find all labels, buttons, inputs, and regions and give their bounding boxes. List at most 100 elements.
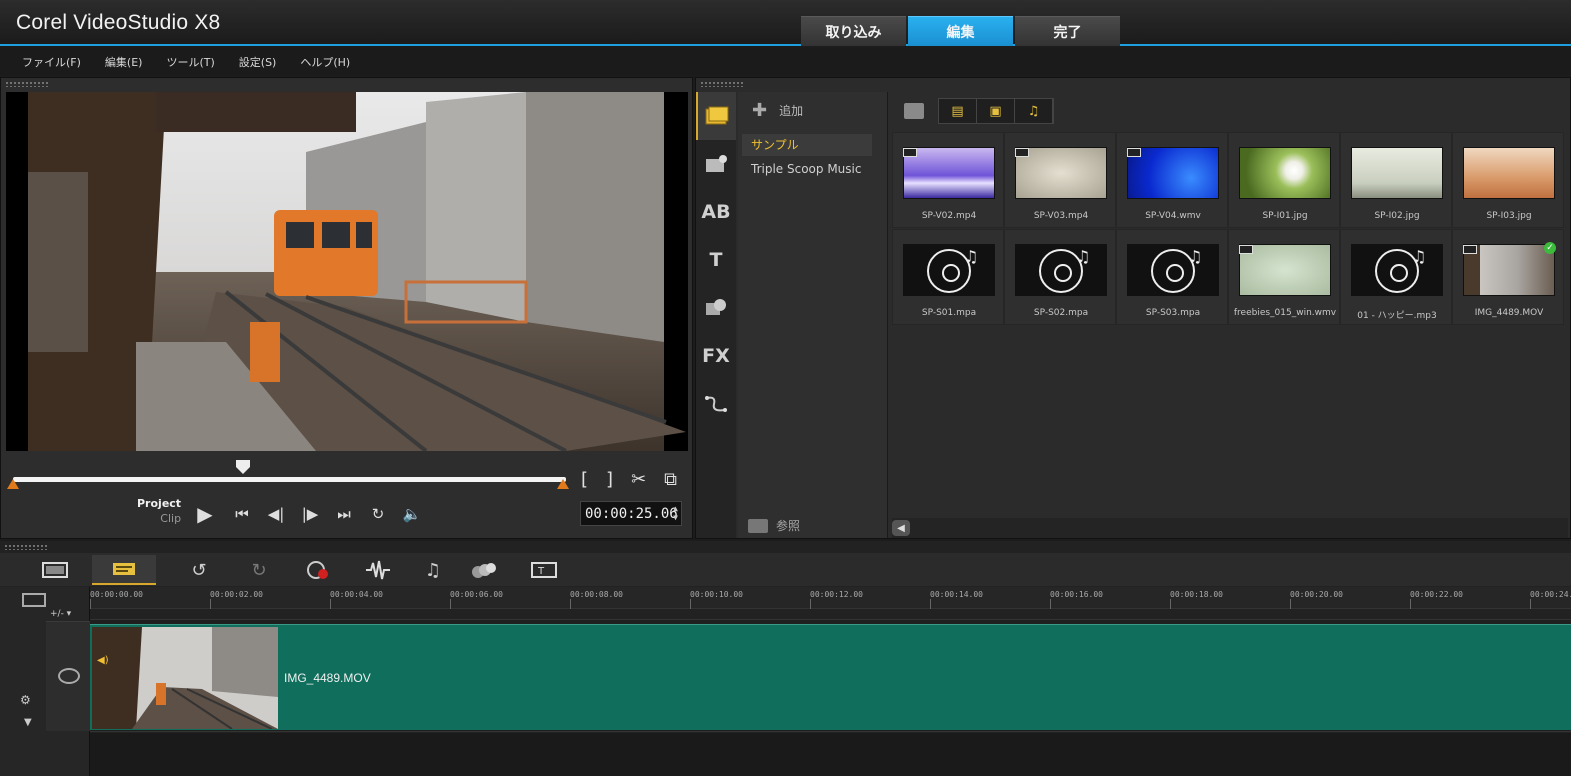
title-icon[interactable]: T <box>696 236 736 284</box>
ruler-tick-label: 00:00:04.00 <box>330 590 383 599</box>
media-item[interactable]: ✓ IMG_4489.MOV <box>1452 229 1564 325</box>
media-name: SP-I03.jpg <box>1486 211 1532 221</box>
show-videos-icon[interactable]: ▤ <box>939 99 977 123</box>
mode-clip[interactable]: Clip <box>137 511 181 526</box>
zoom-control[interactable]: +/- ▾ <box>50 609 71 619</box>
media-item[interactable]: ♫ SP-S01.mpa <box>892 229 1004 325</box>
split-clip-icon[interactable]: ✂ <box>631 469 646 490</box>
media-item[interactable]: SP-V04.wmv <box>1116 132 1228 228</box>
end-icon[interactable]: ⏭ <box>333 503 355 525</box>
show-photos-icon[interactable]: ▣ <box>977 99 1015 123</box>
media-thumbnail: ♫ <box>1351 244 1443 296</box>
transition-icon[interactable]: AB <box>696 188 736 236</box>
menu-help[interactable]: ヘルプ(H) <box>300 54 350 70</box>
media-item[interactable]: ♫ 01 - ハッピー.mp3 <box>1340 229 1452 325</box>
browse-button[interactable]: 参照 <box>748 517 800 534</box>
transport-controls: ▶ ⏮ ◀| |▶ ⏭ ↻ 🔈 <box>191 500 423 528</box>
instant-project-icon[interactable] <box>696 140 736 188</box>
media-item[interactable]: SP-V03.mp4 <box>1004 132 1116 228</box>
video-track-header <box>46 621 90 731</box>
subtitle-editor-icon[interactable]: T <box>528 555 560 585</box>
menu-tools[interactable]: ツール(T) <box>166 54 214 70</box>
record-capture-icon[interactable] <box>303 555 333 585</box>
media-item[interactable]: SP-I01.jpg <box>1228 132 1340 228</box>
scrubber-handle[interactable] <box>236 460 250 474</box>
repeat-icon[interactable]: ↻ <box>367 503 389 525</box>
next-frame-icon[interactable]: |▶ <box>299 503 321 525</box>
step-tabs: 取り込み 編集 完了 <box>801 16 1120 46</box>
project-clip-toggle[interactable]: Project Clip <box>137 496 181 526</box>
track-visibility-icon[interactable]: ⚙ <box>20 693 31 707</box>
video-track-icon[interactable] <box>58 668 80 684</box>
timeline-clip[interactable]: ◀) IMG_4489.MOV <box>90 624 1571 730</box>
media-thumbnail <box>1239 147 1331 199</box>
timecode-field[interactable]: 00:00:25.06 ▲ ▼ <box>580 501 682 526</box>
ruler-tick <box>1290 599 1291 609</box>
timeline-ruler[interactable]: 00:00:00.00 00:00:02.00 00:00:04.00 00:00:0… <box>90 587 1571 609</box>
media-name: SP-V03.mp4 <box>1033 211 1089 221</box>
menu-file[interactable]: ファイル(F) <box>22 54 81 70</box>
media-item[interactable]: SP-V02.mp4 <box>892 132 1004 228</box>
mark-in-button[interactable]: [ <box>581 469 588 490</box>
enlarge-preview-icon[interactable]: ⧉ <box>664 469 677 490</box>
media-item[interactable]: ♫ SP-S03.mpa <box>1116 229 1228 325</box>
media-item[interactable]: freebies_015_win.wmv <box>1228 229 1340 325</box>
collapse-tracks-icon[interactable]: ▼ <box>24 717 32 728</box>
media-item[interactable]: SP-I02.jpg <box>1340 132 1452 228</box>
ruler-tick <box>690 599 691 609</box>
show-audio-icon[interactable]: ♫ <box>1015 99 1053 123</box>
mark-out-handle[interactable] <box>557 479 569 489</box>
overlay-track[interactable] <box>90 733 1571 776</box>
tab-capture[interactable]: 取り込み <box>801 16 906 46</box>
storyboard-view-icon[interactable] <box>26 555 84 585</box>
media-name: SP-S03.mpa <box>1145 308 1201 318</box>
media-name: freebies_015_win.wmv <box>1233 308 1337 318</box>
menu-settings[interactable]: 設定(S) <box>239 54 277 70</box>
scroll-left-icon[interactable]: ◀ <box>892 520 910 536</box>
volume-icon[interactable]: 🔈 <box>401 503 423 525</box>
ruler-tick-label: 00:00:14.00 <box>930 590 983 599</box>
menu-edit[interactable]: 編集(E) <box>105 54 143 70</box>
path-icon[interactable] <box>696 380 736 428</box>
media-name: SP-S02.mpa <box>1033 308 1089 318</box>
timeline-view-icon[interactable] <box>92 555 156 585</box>
home-icon[interactable]: ⏮ <box>231 503 253 525</box>
filter-icon[interactable]: FX <box>696 332 736 380</box>
media-thumbnail: ♫ <box>903 244 995 296</box>
timeline-panel: ↺ ↻ ♫ T +/- ▾ ⚙ ▼ 00:00:00.00 00:00:02.0… <box>0 541 1571 776</box>
previous-frame-icon[interactable]: ◀| <box>265 503 287 525</box>
tab-edit[interactable]: 編集 <box>908 16 1013 46</box>
panel-grip[interactable] <box>5 81 49 87</box>
media-icon[interactable] <box>696 92 736 140</box>
library-scrollbar[interactable]: ◀ <box>892 518 1568 538</box>
auto-music-icon[interactable]: ♫ <box>418 555 448 585</box>
ruler-tick-label: 00:00:06.00 <box>450 590 503 599</box>
play-icon[interactable]: ▶ <box>191 500 219 528</box>
ruler-tick <box>1170 599 1171 609</box>
video-track[interactable]: ◀) IMG_4489.MOV <box>90 619 1571 732</box>
motion-tracking-icon[interactable] <box>468 555 500 585</box>
library-folder-tree: ✚ 追加 サンプル Triple Scoop Music 参照 <box>738 92 888 538</box>
panel-grip[interactable] <box>4 544 48 550</box>
folder-item-triple-scoop[interactable]: Triple Scoop Music <box>742 158 872 180</box>
media-item[interactable]: SP-I03.jpg <box>1452 132 1564 228</box>
graphic-icon[interactable] <box>696 284 736 332</box>
folder-item-sample[interactable]: サンプル <box>742 134 872 156</box>
mode-project[interactable]: Project <box>137 496 181 511</box>
tab-share[interactable]: 完了 <box>1015 16 1120 46</box>
media-item[interactable]: ♫ SP-S02.mpa <box>1004 229 1116 325</box>
timecode-spinner-icon[interactable]: ▲ ▼ <box>673 504 678 522</box>
ruler-tick <box>570 599 571 609</box>
mark-in-handle[interactable] <box>7 479 19 489</box>
track-manager-icon[interactable] <box>22 593 46 607</box>
mark-out-button[interactable]: ] <box>606 469 613 490</box>
add-folder-button[interactable]: ✚ 追加 <box>752 100 803 121</box>
redo-icon[interactable]: ↻ <box>245 555 273 585</box>
media-name: 01 - ハッピー.mp3 <box>1357 311 1437 321</box>
folder-icon[interactable] <box>904 103 924 119</box>
add-label: 追加 <box>779 104 804 118</box>
panel-grip[interactable] <box>700 81 744 87</box>
undo-icon[interactable]: ↺ <box>185 555 213 585</box>
sound-mixer-icon[interactable] <box>363 555 393 585</box>
scrubber-track[interactable] <box>13 477 566 482</box>
